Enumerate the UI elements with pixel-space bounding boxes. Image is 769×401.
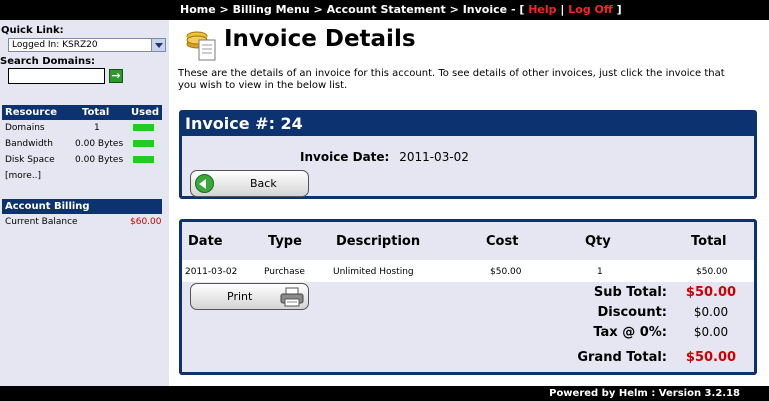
invoice-coins-icon: [186, 31, 216, 61]
column-header-type: Type: [268, 234, 302, 249]
printer-icon: [280, 287, 304, 307]
discount-label: Discount:: [597, 305, 667, 320]
invoice-items-panel: Date Type Description Cost Qty Total 201…: [179, 219, 757, 375]
resource-row-bandwidth: Bandwidth 0.00 Bytes: [5, 137, 160, 151]
resource-name: Domains: [5, 123, 45, 133]
breadcrumb-billing-menu[interactable]: Billing Menu: [233, 3, 310, 16]
total-column-header: Total: [82, 107, 110, 118]
invoice-summary-panel: Invoice #: 24 Invoice Date: 2011-03-02 B…: [179, 110, 757, 199]
account-billing-header: Account Billing: [2, 199, 162, 214]
bracket-close: ]: [616, 3, 622, 16]
sidebar: Quick Link: Logged In: KSRZ20 Search Dom…: [0, 20, 169, 386]
subtotal-label: Sub Total:: [593, 285, 667, 300]
breadcrumb-account-statement[interactable]: Account Statement: [327, 3, 446, 16]
cell-description: Unlimited Hosting: [333, 267, 414, 277]
quick-link-value: Logged In: KSRZ20: [12, 40, 98, 50]
powered-by-text: Powered by Helm : Version 3.2.18: [549, 388, 740, 399]
tax-label: Tax @ 0%:: [593, 325, 667, 340]
breadcrumb-separator: >: [219, 3, 229, 16]
search-domains-input[interactable]: [8, 68, 105, 84]
invoice-number-header: Invoice #: 24: [182, 113, 754, 136]
main-content: Invoice Details These are the details of…: [169, 20, 769, 386]
back-button[interactable]: Back: [190, 170, 309, 197]
breadcrumb: Home > Billing Menu > Account Statement …: [180, 0, 622, 20]
resource-total: 0.00 Bytes: [75, 139, 124, 149]
usage-bar: [133, 140, 154, 147]
help-link[interactable]: Help: [528, 3, 556, 16]
more-resources-link[interactable]: [more..]: [5, 169, 160, 183]
table-row: 2011-03-02 Purchase Unlimited Hosting $5…: [182, 260, 754, 282]
column-header-total: Total: [691, 234, 727, 249]
cell-qty: 1: [597, 267, 603, 277]
page-title: Invoice Details: [224, 26, 416, 52]
used-column-header: Used: [131, 107, 160, 118]
column-header-qty: Qty: [585, 234, 611, 249]
resource-total: 0.00 Bytes: [75, 155, 124, 165]
bracket-open: - [: [510, 3, 525, 16]
footer: Powered by Helm : Version 3.2.18: [0, 386, 769, 401]
column-header-cost: Cost: [486, 234, 519, 249]
usage-bar: [133, 156, 154, 163]
subtotal-value: $50.00: [685, 285, 737, 300]
print-button-label: Print: [227, 290, 253, 303]
breadcrumb-home[interactable]: Home: [180, 3, 216, 16]
resource-name: Disk Space: [5, 155, 55, 165]
discount-value: $0.00: [693, 305, 729, 319]
resource-row-disk-space: Disk Space 0.00 Bytes: [5, 153, 160, 167]
top-navigation-bar: Home > Billing Menu > Account Statement …: [0, 0, 769, 20]
resource-column-header: Resource: [5, 107, 58, 118]
cell-cost: $50.00: [490, 267, 522, 277]
pipe-separator: |: [560, 3, 565, 16]
resource-table-header: Resource Total Used: [2, 105, 162, 120]
resource-row-domains: Domains 1: [5, 121, 160, 135]
cell-total: $50.00: [696, 267, 728, 277]
breadcrumb-invoice: Invoice: [462, 3, 508, 16]
quick-link-label: Quick Link:: [1, 25, 64, 36]
invoice-date: Invoice Date: 2011-03-02: [300, 150, 469, 164]
print-button[interactable]: Print: [190, 283, 309, 310]
current-balance-label: Current Balance: [5, 217, 78, 227]
usage-bar: [133, 124, 154, 131]
back-button-label: Back: [250, 177, 277, 190]
grand-total-label: Grand Total:: [577, 350, 667, 365]
cell-type: Purchase: [264, 267, 305, 277]
invoice-date-label: Invoice Date:: [300, 150, 390, 164]
column-header-description: Description: [336, 234, 421, 249]
invoice-date-value: 2011-03-02: [399, 150, 469, 164]
grand-total-value: $50.00: [685, 350, 737, 365]
current-balance-row: Current Balance $60.00: [5, 215, 162, 229]
column-header-date: Date: [188, 234, 223, 249]
breadcrumb-separator: >: [313, 3, 323, 16]
arrow-right-icon[interactable]: →: [109, 69, 123, 83]
current-balance-value: $60.00: [130, 217, 162, 227]
tax-value: $0.00: [693, 325, 729, 339]
search-domains-label: Search Domains:: [0, 56, 96, 67]
breadcrumb-separator: >: [449, 3, 459, 16]
back-arrow-icon: [195, 174, 214, 193]
chevron-down-icon[interactable]: [151, 39, 165, 51]
resource-name: Bandwidth: [5, 139, 53, 149]
intro-text: These are the details of an invoice for …: [178, 68, 725, 91]
cell-date: 2011-03-02: [185, 267, 238, 277]
log-off-link[interactable]: Log Off: [568, 3, 613, 16]
quick-link-select[interactable]: Logged In: KSRZ20: [8, 38, 166, 52]
